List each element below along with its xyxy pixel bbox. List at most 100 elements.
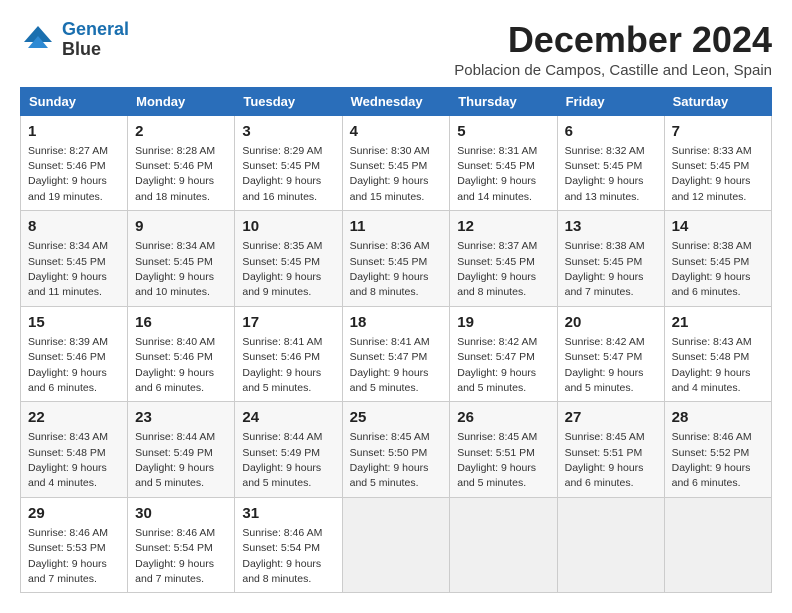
day-detail: Sunrise: 8:43 AMSunset: 5:48 PMDaylight:…	[28, 431, 108, 489]
day-detail: Sunrise: 8:36 AMSunset: 5:45 PMDaylight:…	[350, 240, 430, 298]
column-header-thursday: Thursday	[450, 87, 557, 115]
day-number: 25	[350, 407, 443, 428]
day-detail: Sunrise: 8:37 AMSunset: 5:45 PMDaylight:…	[457, 240, 537, 298]
day-detail: Sunrise: 8:27 AMSunset: 5:46 PMDaylight:…	[28, 145, 108, 203]
day-cell: 27 Sunrise: 8:45 AMSunset: 5:51 PMDaylig…	[557, 402, 664, 498]
day-detail: Sunrise: 8:46 AMSunset: 5:52 PMDaylight:…	[672, 431, 752, 489]
day-detail: Sunrise: 8:42 AMSunset: 5:47 PMDaylight:…	[565, 336, 645, 394]
day-detail: Sunrise: 8:44 AMSunset: 5:49 PMDaylight:…	[242, 431, 322, 489]
day-cell: 4 Sunrise: 8:30 AMSunset: 5:45 PMDayligh…	[342, 115, 450, 211]
day-cell	[450, 497, 557, 593]
day-detail: Sunrise: 8:32 AMSunset: 5:45 PMDaylight:…	[565, 145, 645, 203]
column-header-wednesday: Wednesday	[342, 87, 450, 115]
day-detail: Sunrise: 8:41 AMSunset: 5:46 PMDaylight:…	[242, 336, 322, 394]
day-detail: Sunrise: 8:34 AMSunset: 5:45 PMDaylight:…	[28, 240, 108, 298]
day-cell: 22 Sunrise: 8:43 AMSunset: 5:48 PMDaylig…	[21, 402, 128, 498]
day-detail: Sunrise: 8:31 AMSunset: 5:45 PMDaylight:…	[457, 145, 537, 203]
day-detail: Sunrise: 8:33 AMSunset: 5:45 PMDaylight:…	[672, 145, 752, 203]
day-cell: 24 Sunrise: 8:44 AMSunset: 5:49 PMDaylig…	[235, 402, 342, 498]
day-number: 12	[457, 216, 549, 237]
day-number: 11	[350, 216, 443, 237]
day-cell: 14 Sunrise: 8:38 AMSunset: 5:45 PMDaylig…	[664, 211, 771, 307]
logo-icon	[20, 22, 56, 58]
day-number: 4	[350, 121, 443, 142]
day-number: 18	[350, 312, 443, 333]
day-cell: 5 Sunrise: 8:31 AMSunset: 5:45 PMDayligh…	[450, 115, 557, 211]
day-number: 8	[28, 216, 120, 237]
day-detail: Sunrise: 8:44 AMSunset: 5:49 PMDaylight:…	[135, 431, 215, 489]
day-cell: 23 Sunrise: 8:44 AMSunset: 5:49 PMDaylig…	[128, 402, 235, 498]
day-detail: Sunrise: 8:30 AMSunset: 5:45 PMDaylight:…	[350, 145, 430, 203]
day-detail: Sunrise: 8:40 AMSunset: 5:46 PMDaylight:…	[135, 336, 215, 394]
day-detail: Sunrise: 8:42 AMSunset: 5:47 PMDaylight:…	[457, 336, 537, 394]
day-cell: 9 Sunrise: 8:34 AMSunset: 5:45 PMDayligh…	[128, 211, 235, 307]
day-number: 16	[135, 312, 227, 333]
day-detail: Sunrise: 8:28 AMSunset: 5:46 PMDaylight:…	[135, 145, 215, 203]
day-number: 10	[242, 216, 334, 237]
week-row-3: 15 Sunrise: 8:39 AMSunset: 5:46 PMDaylig…	[21, 306, 772, 402]
day-number: 30	[135, 503, 227, 524]
day-number: 7	[672, 121, 764, 142]
day-number: 15	[28, 312, 120, 333]
day-number: 6	[565, 121, 657, 142]
day-cell: 8 Sunrise: 8:34 AMSunset: 5:45 PMDayligh…	[21, 211, 128, 307]
day-detail: Sunrise: 8:46 AMSunset: 5:54 PMDaylight:…	[135, 527, 215, 585]
day-cell: 6 Sunrise: 8:32 AMSunset: 5:45 PMDayligh…	[557, 115, 664, 211]
column-header-tuesday: Tuesday	[235, 87, 342, 115]
day-cell	[664, 497, 771, 593]
day-detail: Sunrise: 8:39 AMSunset: 5:46 PMDaylight:…	[28, 336, 108, 394]
day-cell: 31 Sunrise: 8:46 AMSunset: 5:54 PMDaylig…	[235, 497, 342, 593]
day-cell: 10 Sunrise: 8:35 AMSunset: 5:45 PMDaylig…	[235, 211, 342, 307]
day-number: 3	[242, 121, 334, 142]
day-detail: Sunrise: 8:29 AMSunset: 5:45 PMDaylight:…	[242, 145, 322, 203]
day-cell: 18 Sunrise: 8:41 AMSunset: 5:47 PMDaylig…	[342, 306, 450, 402]
day-number: 22	[28, 407, 120, 428]
day-number: 31	[242, 503, 334, 524]
day-number: 14	[672, 216, 764, 237]
week-row-1: 1 Sunrise: 8:27 AMSunset: 5:46 PMDayligh…	[21, 115, 772, 211]
day-cell: 13 Sunrise: 8:38 AMSunset: 5:45 PMDaylig…	[557, 211, 664, 307]
title-block: December 2024 Poblacion de Campos, Casti…	[454, 20, 772, 79]
day-cell: 12 Sunrise: 8:37 AMSunset: 5:45 PMDaylig…	[450, 211, 557, 307]
day-number: 29	[28, 503, 120, 524]
logo: General Blue	[20, 20, 129, 60]
day-number: 17	[242, 312, 334, 333]
month-title: December 2024	[454, 20, 772, 60]
day-cell: 26 Sunrise: 8:45 AMSunset: 5:51 PMDaylig…	[450, 402, 557, 498]
day-cell: 20 Sunrise: 8:42 AMSunset: 5:47 PMDaylig…	[557, 306, 664, 402]
day-number: 5	[457, 121, 549, 142]
location-subtitle: Poblacion de Campos, Castille and Leon, …	[454, 62, 772, 79]
column-header-friday: Friday	[557, 87, 664, 115]
day-number: 20	[565, 312, 657, 333]
day-cell: 3 Sunrise: 8:29 AMSunset: 5:45 PMDayligh…	[235, 115, 342, 211]
day-number: 9	[135, 216, 227, 237]
day-cell: 15 Sunrise: 8:39 AMSunset: 5:46 PMDaylig…	[21, 306, 128, 402]
day-cell: 1 Sunrise: 8:27 AMSunset: 5:46 PMDayligh…	[21, 115, 128, 211]
day-detail: Sunrise: 8:38 AMSunset: 5:45 PMDaylight:…	[672, 240, 752, 298]
day-cell: 7 Sunrise: 8:33 AMSunset: 5:45 PMDayligh…	[664, 115, 771, 211]
day-number: 24	[242, 407, 334, 428]
day-detail: Sunrise: 8:34 AMSunset: 5:45 PMDaylight:…	[135, 240, 215, 298]
day-detail: Sunrise: 8:38 AMSunset: 5:45 PMDaylight:…	[565, 240, 645, 298]
day-number: 21	[672, 312, 764, 333]
day-cell: 19 Sunrise: 8:42 AMSunset: 5:47 PMDaylig…	[450, 306, 557, 402]
logo-text: General Blue	[62, 20, 129, 60]
day-cell: 25 Sunrise: 8:45 AMSunset: 5:50 PMDaylig…	[342, 402, 450, 498]
day-detail: Sunrise: 8:35 AMSunset: 5:45 PMDaylight:…	[242, 240, 322, 298]
header: General Blue December 2024 Poblacion de …	[20, 20, 772, 79]
day-cell: 17 Sunrise: 8:41 AMSunset: 5:46 PMDaylig…	[235, 306, 342, 402]
column-header-sunday: Sunday	[21, 87, 128, 115]
day-cell	[557, 497, 664, 593]
day-number: 1	[28, 121, 120, 142]
day-cell: 29 Sunrise: 8:46 AMSunset: 5:53 PMDaylig…	[21, 497, 128, 593]
day-number: 2	[135, 121, 227, 142]
day-detail: Sunrise: 8:46 AMSunset: 5:53 PMDaylight:…	[28, 527, 108, 585]
week-row-2: 8 Sunrise: 8:34 AMSunset: 5:45 PMDayligh…	[21, 211, 772, 307]
day-cell: 16 Sunrise: 8:40 AMSunset: 5:46 PMDaylig…	[128, 306, 235, 402]
week-row-5: 29 Sunrise: 8:46 AMSunset: 5:53 PMDaylig…	[21, 497, 772, 593]
column-header-saturday: Saturday	[664, 87, 771, 115]
day-detail: Sunrise: 8:45 AMSunset: 5:51 PMDaylight:…	[565, 431, 645, 489]
week-row-4: 22 Sunrise: 8:43 AMSunset: 5:48 PMDaylig…	[21, 402, 772, 498]
day-detail: Sunrise: 8:45 AMSunset: 5:51 PMDaylight:…	[457, 431, 537, 489]
day-number: 28	[672, 407, 764, 428]
